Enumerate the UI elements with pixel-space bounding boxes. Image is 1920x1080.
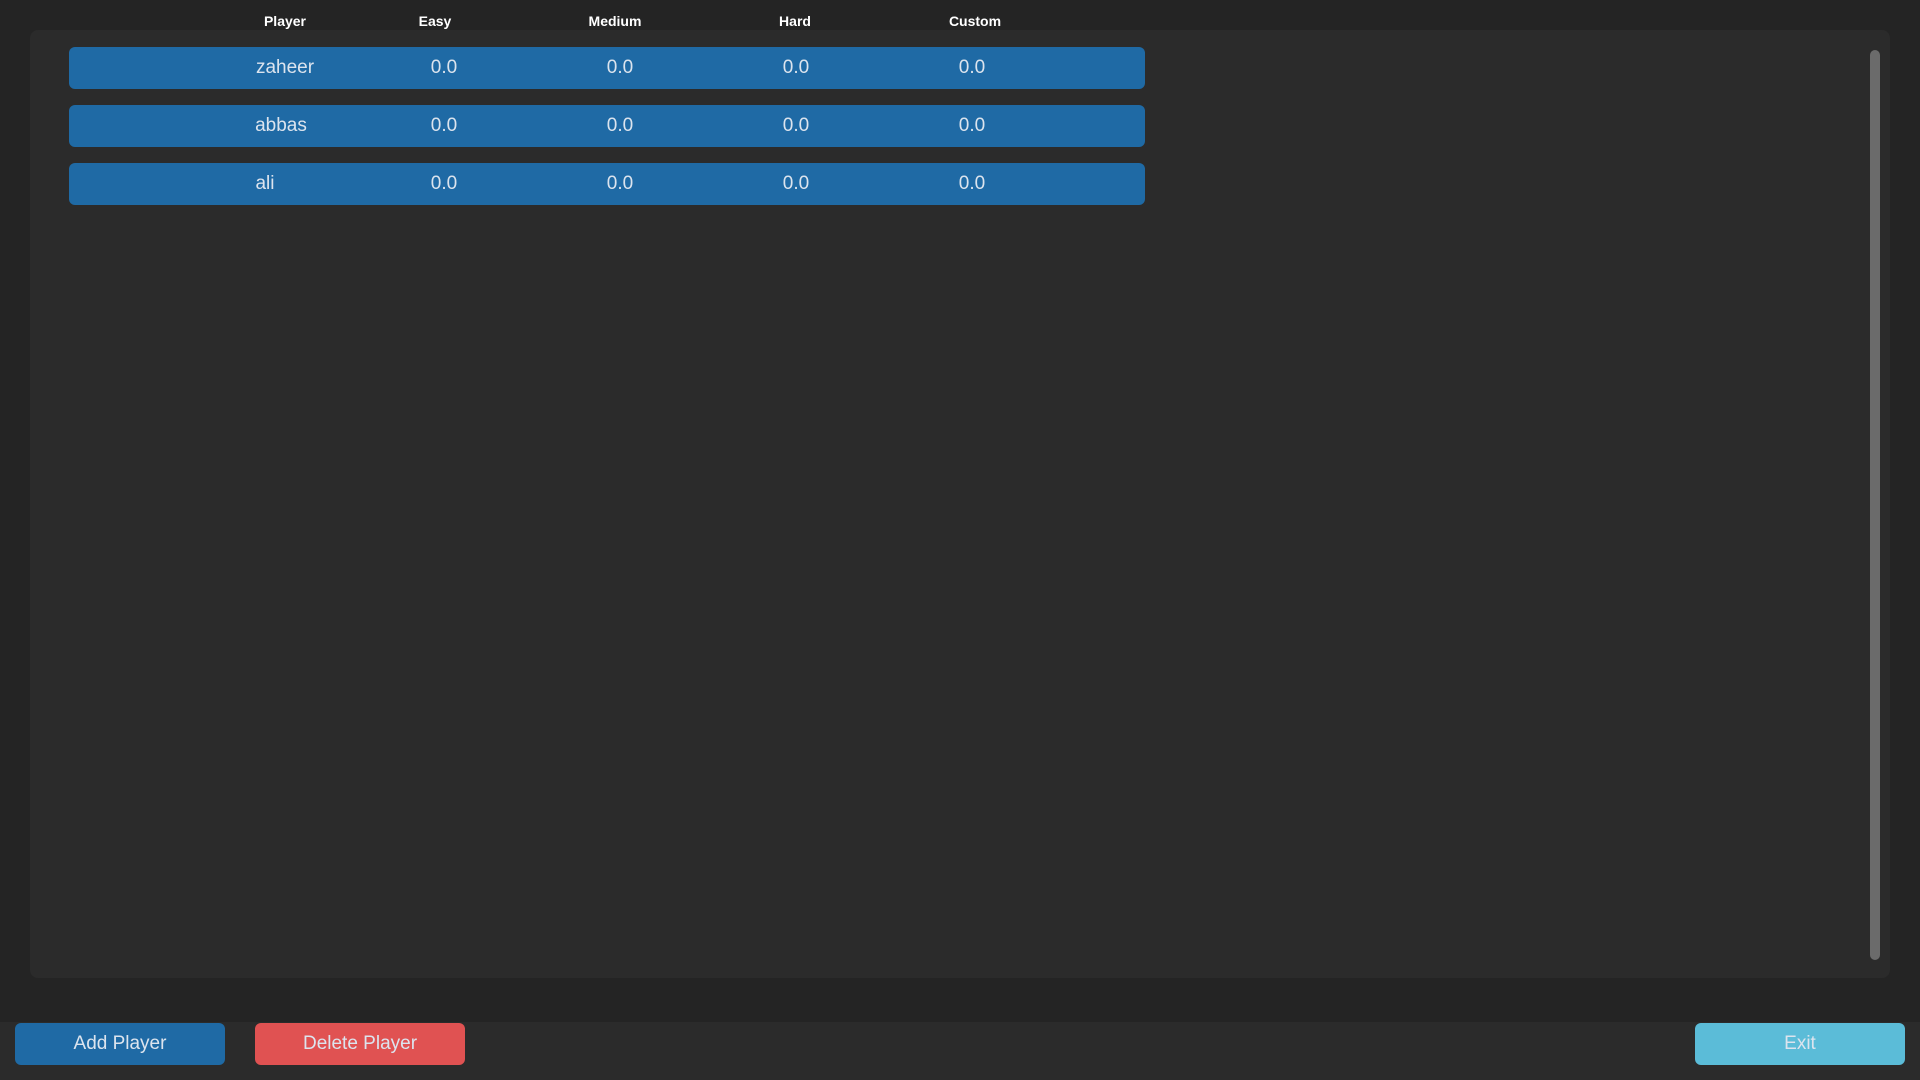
hard-score: 0.0	[782, 57, 810, 78]
player-stats-window: Player Easy Medium Hard Custom zaheer 0.…	[0, 0, 1920, 1080]
header-player: Player	[263, 13, 307, 29]
exit-button[interactable]: Exit	[1695, 1023, 1905, 1065]
header-medium: Medium	[588, 13, 642, 29]
easy-score: 0.0	[430, 115, 458, 136]
easy-score: 0.0	[430, 57, 458, 78]
player-row-abbas[interactable]: abbas 0.0 0.0 0.0 0.0	[69, 105, 1145, 147]
custom-score: 0.0	[958, 173, 986, 194]
hard-score: 0.0	[782, 115, 810, 136]
player-name: zaheer	[255, 57, 315, 78]
vertical-scrollbar[interactable]	[1870, 50, 1880, 960]
header-easy: Easy	[418, 13, 452, 29]
medium-score: 0.0	[606, 173, 634, 194]
player-row-ali[interactable]: ali 0.0 0.0 0.0 0.0	[69, 163, 1145, 205]
player-name: abbas	[255, 115, 307, 136]
medium-score: 0.0	[606, 57, 634, 78]
add-player-button[interactable]: Add Player	[15, 1023, 225, 1065]
player-name: ali	[255, 173, 275, 194]
scrollable-player-list[interactable]: zaheer 0.0 0.0 0.0 0.0 abbas 0.0 0.0 0.0…	[30, 30, 1890, 978]
table-header: Player Easy Medium Hard Custom	[0, 0, 1920, 30]
medium-score: 0.0	[606, 115, 634, 136]
player-row-zaheer[interactable]: zaheer 0.0 0.0 0.0 0.0	[69, 47, 1145, 89]
custom-score: 0.0	[958, 115, 986, 136]
header-hard: Hard	[779, 13, 811, 29]
hard-score: 0.0	[782, 173, 810, 194]
header-custom: Custom	[948, 13, 1002, 29]
easy-score: 0.0	[430, 173, 458, 194]
custom-score: 0.0	[958, 57, 986, 78]
delete-player-button[interactable]: Delete Player	[255, 1023, 465, 1065]
